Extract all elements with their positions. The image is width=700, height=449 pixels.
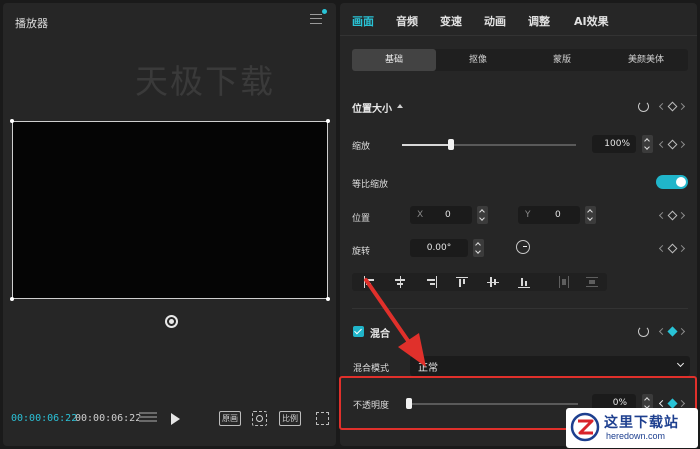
site-domain: heredown.com xyxy=(606,431,666,441)
uniform-scale-label: 等比缩放 xyxy=(352,180,389,190)
player-controls: 00:00:06:22 00:00:06:22 原画 比例 xyxy=(3,408,336,432)
subtab-cutout[interactable]: 抠像 xyxy=(436,49,520,71)
align-top-icon[interactable] xyxy=(456,276,468,288)
uniform-scale-toggle[interactable] xyxy=(656,175,688,189)
resize-handle-bottom-right[interactable] xyxy=(326,297,330,301)
subtab-beauty[interactable]: 美颜美体 xyxy=(604,49,688,71)
tab-ai-effects[interactable]: AI效果 xyxy=(574,13,609,29)
subtab-mask[interactable]: 蒙版 xyxy=(520,49,604,71)
position-size-section[interactable]: 位置大小 xyxy=(352,100,392,115)
play-button[interactable] xyxy=(171,413,180,425)
tab-picture[interactable]: 画面 xyxy=(352,13,374,29)
menu-icon[interactable] xyxy=(310,14,322,24)
opacity-slider-thumb[interactable] xyxy=(406,398,412,409)
tab-animation[interactable]: 动画 xyxy=(484,13,506,29)
scale-slider-fill xyxy=(402,144,451,146)
y-axis-label: Y xyxy=(525,210,531,220)
blend-mode-value: 正常 xyxy=(418,363,438,374)
opacity-slider[interactable] xyxy=(406,398,578,409)
align-middle-vertical-icon[interactable] xyxy=(487,276,499,288)
x-axis-label: X xyxy=(417,210,424,220)
ratio-button[interactable]: 比例 xyxy=(279,411,301,426)
reset-position-icon[interactable] xyxy=(638,101,649,112)
section-divider xyxy=(352,308,688,309)
keyframe-scale-icon[interactable] xyxy=(658,139,686,150)
site-logo-icon xyxy=(570,412,600,442)
current-time: 00:00:06:22 xyxy=(11,413,78,424)
timeline-icon[interactable] xyxy=(139,412,157,426)
blend-mode-label: 混合模式 xyxy=(353,364,390,374)
video-preview[interactable] xyxy=(10,119,330,301)
position-y-value: 0 xyxy=(555,210,561,220)
tab-adjust[interactable]: 调整 xyxy=(528,13,550,29)
keyframe-rotation-icon[interactable] xyxy=(658,243,686,254)
player-panel: 播放器 天极下载 00:00:06:22 00:00:06:22 原画 比例 xyxy=(3,3,336,446)
align-right-icon[interactable] xyxy=(425,276,437,288)
position-x-field[interactable]: X 0 xyxy=(410,206,472,224)
fullscreen-icon[interactable] xyxy=(316,412,329,425)
main-tabs: 画面 音频 变速 动画 调整 AI效果 xyxy=(340,3,697,36)
rotation-dial-icon[interactable] xyxy=(516,240,530,254)
scale-input[interactable]: 100% xyxy=(592,135,636,153)
tab-audio[interactable]: 音频 xyxy=(396,13,418,29)
scale-slider[interactable] xyxy=(402,139,576,150)
reset-blend-icon[interactable] xyxy=(638,326,649,337)
properties-panel: 画面 音频 变速 动画 调整 AI效果 基础 抠像 蒙版 美颜美体 位置大小 缩… xyxy=(340,3,697,446)
preview-quality-button[interactable]: 原画 xyxy=(219,411,241,426)
rotation-input[interactable]: 0.00° xyxy=(410,239,468,257)
scale-label: 缩放 xyxy=(352,142,371,152)
scan-icon[interactable] xyxy=(252,411,267,426)
subtab-basic[interactable]: 基础 xyxy=(352,49,436,71)
sub-tabs: 基础 抠像 蒙版 美颜美体 xyxy=(352,49,688,71)
resize-handle-bottom-left[interactable] xyxy=(10,297,14,301)
position-x-value: 0 xyxy=(445,210,451,220)
rotation-stepper[interactable] xyxy=(473,239,484,257)
site-watermark: 这里下载站 heredown.com xyxy=(566,408,698,448)
rotate-handle-icon[interactable] xyxy=(165,315,178,328)
keyframe-position-size-icon[interactable] xyxy=(658,101,686,112)
position-x-stepper[interactable] xyxy=(477,206,488,224)
align-left-icon[interactable] xyxy=(363,276,375,288)
keyframe-blend-icon[interactable] xyxy=(658,326,686,337)
player-title: 播放器 xyxy=(15,17,48,30)
rotation-label: 旋转 xyxy=(352,247,371,257)
blend-enable-checkbox[interactable] xyxy=(353,326,364,337)
total-time: 00:00:06:22 xyxy=(75,413,142,424)
position-y-stepper[interactable] xyxy=(585,206,596,224)
chevron-down-icon xyxy=(676,359,685,368)
scale-stepper[interactable] xyxy=(642,135,653,153)
align-bottom-icon[interactable] xyxy=(518,276,530,288)
blend-section-label: 混合 xyxy=(370,329,390,340)
keyframe-position-icon[interactable] xyxy=(658,210,686,221)
resize-handle-top-left[interactable] xyxy=(10,119,14,123)
blend-mode-select[interactable]: 正常 xyxy=(410,356,690,376)
notification-dot xyxy=(322,9,327,14)
distribute-vertical-icon xyxy=(586,276,598,288)
watermark-text: 天极下载 xyxy=(135,62,275,101)
collapse-icon[interactable] xyxy=(397,104,403,108)
position-label: 位置 xyxy=(352,214,371,224)
alignment-toolbar xyxy=(352,273,607,291)
site-name: 这里下载站 xyxy=(604,415,679,431)
opacity-label: 不透明度 xyxy=(353,401,390,411)
distribute-horizontal-icon xyxy=(558,276,570,288)
position-y-field[interactable]: Y 0 xyxy=(518,206,580,224)
tab-speed[interactable]: 变速 xyxy=(440,13,462,29)
resize-handle-top-right[interactable] xyxy=(326,119,330,123)
scale-slider-thumb[interactable] xyxy=(448,139,454,150)
align-center-horizontal-icon[interactable] xyxy=(394,276,406,288)
